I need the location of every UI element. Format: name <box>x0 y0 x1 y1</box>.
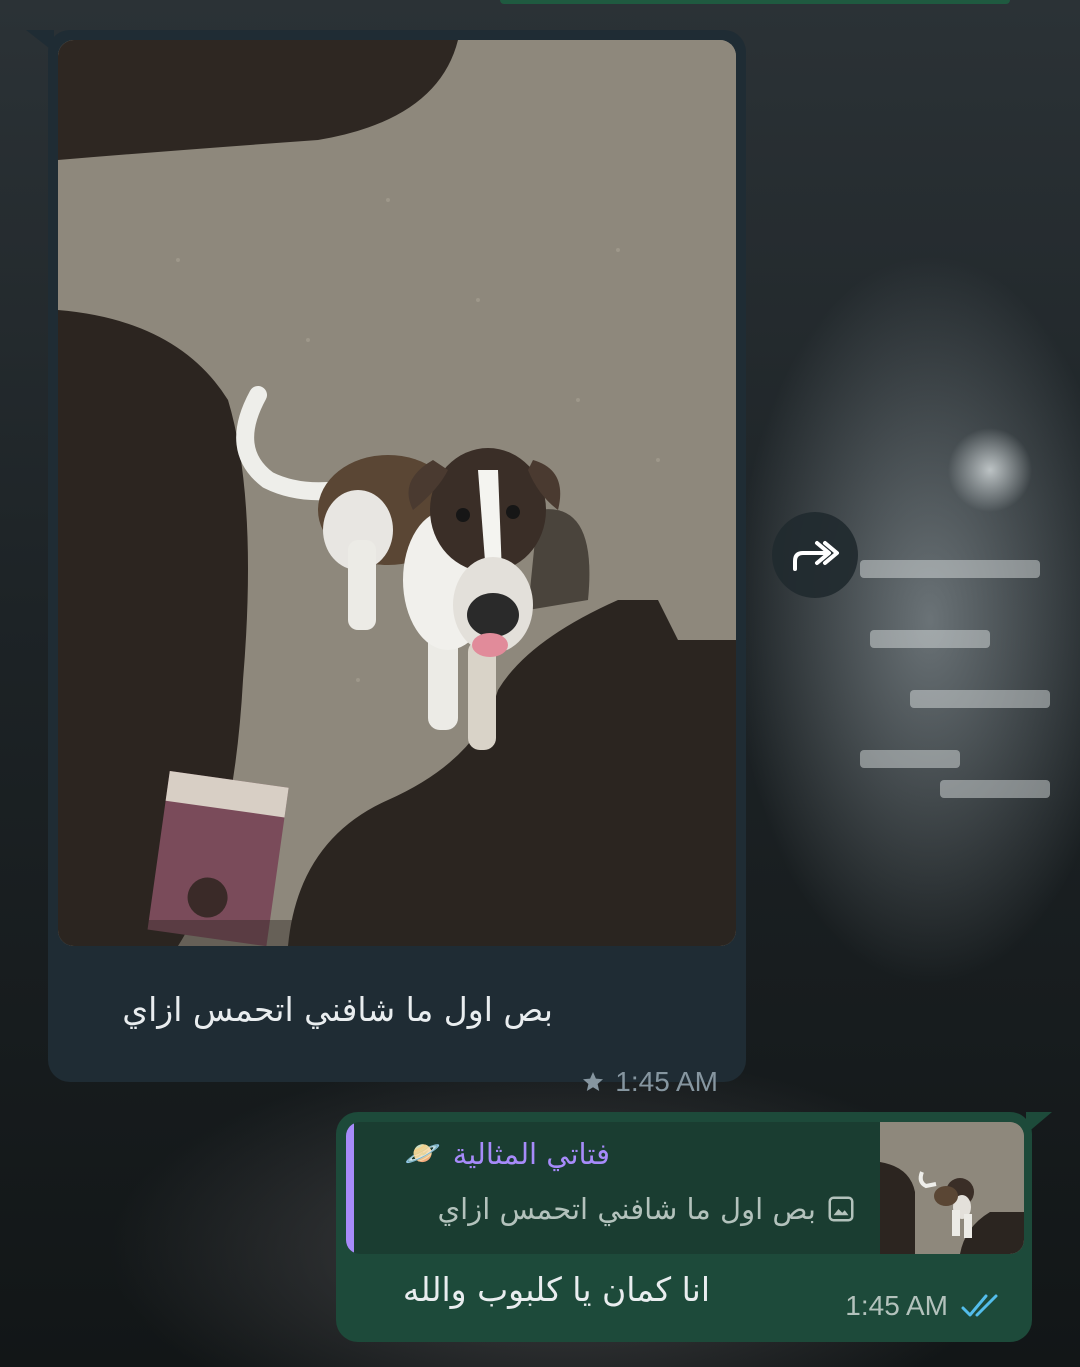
planet-emoji: 🪐 <box>404 1136 441 1170</box>
double-check-icon <box>961 1294 998 1317</box>
reply-thumbnail <box>880 1122 1024 1254</box>
reply-accent-bar <box>346 1122 354 1254</box>
reply-quote[interactable]: فتاتي المثالية 🪐 بص اول ما شافني اتحمس ا… <box>346 1122 1024 1254</box>
star-icon <box>583 1072 604 1091</box>
incoming-message-bubble[interactable]: بص اول ما شافني اتحمس ازاي 1:45 AM <box>26 30 746 1097</box>
previous-bubble-edge <box>500 0 1010 4</box>
dog-photo-illustration <box>58 40 736 946</box>
message-time: 1:45 AM <box>615 1066 718 1097</box>
message-meta: 1:45 AM <box>845 1290 1006 1322</box>
message-caption: بص اول ما شافني اتحمس ازاي <box>122 990 553 1029</box>
image-icon <box>828 1196 854 1222</box>
bubble-tail <box>26 30 54 52</box>
outgoing-message-bubble[interactable]: فتاتي المثالية 🪐 بص اول ما شافني اتحمس ا… <box>336 1112 1052 1342</box>
quoted-text: بص اول ما شافني اتحمس ازاي <box>437 1192 816 1226</box>
sender-name: فتاتي المثالية <box>452 1136 610 1171</box>
reply-snippet: بص اول ما شافني اتحمس ازاي <box>437 1192 856 1226</box>
bubble-tail <box>1026 1112 1052 1134</box>
reply-sender: فتاتي المثالية 🪐 <box>405 1136 610 1171</box>
message-meta: 1:45 AM <box>581 1066 718 1098</box>
message-time: 1:45 AM <box>845 1290 948 1321</box>
forward-button[interactable] <box>772 512 858 598</box>
forward-icon <box>793 541 839 571</box>
dog-thumbnail <box>880 1122 1024 1254</box>
message-photo[interactable] <box>58 40 736 946</box>
message-text: انا كمان يا كلبوب والله <box>402 1270 710 1309</box>
